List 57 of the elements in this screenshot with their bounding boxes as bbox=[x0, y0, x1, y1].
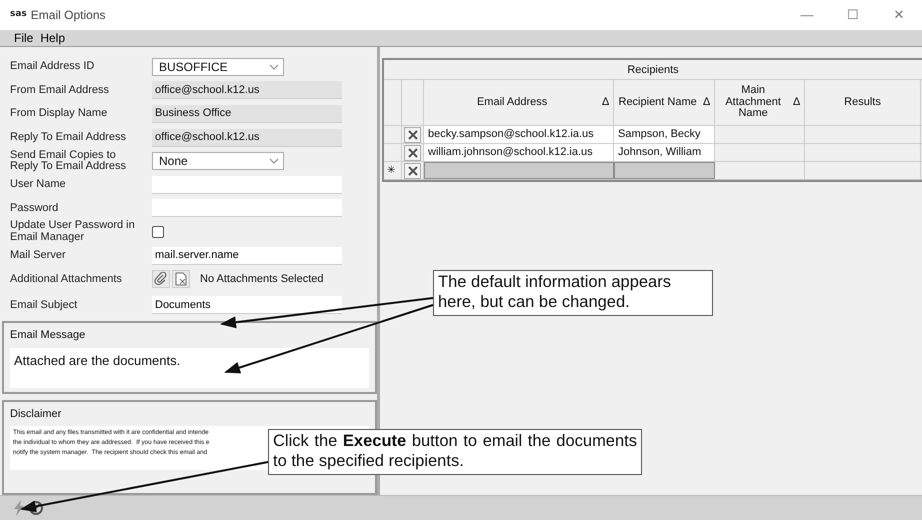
input-field[interactable]: Documents bbox=[152, 296, 342, 314]
column-header[interactable]: Email Address ∆ bbox=[424, 80, 614, 125]
attachments-status: No Attachments Selected bbox=[200, 272, 324, 288]
table-cell: william.johnson@school.k12.ia.us bbox=[424, 144, 614, 161]
section-label: Email Message bbox=[10, 328, 86, 344]
field-label: User Name bbox=[10, 178, 67, 191]
table-cell: Sampson, Becky bbox=[614, 126, 715, 143]
clear-attachments-button[interactable] bbox=[172, 270, 190, 288]
column-header[interactable]: Main Attachment Name ∆ bbox=[715, 80, 805, 125]
window-title: Email Options bbox=[30, 7, 106, 24]
field-label: Reply To Email Address bbox=[10, 132, 127, 144]
field-label: From Email Address bbox=[10, 84, 110, 96]
dropdown-field[interactable]: BUSOFFICE bbox=[152, 58, 284, 76]
x-icon bbox=[408, 148, 418, 158]
field-label: Update User Password in Email Manager bbox=[10, 220, 136, 244]
input-field[interactable]: mail.server.name bbox=[152, 246, 342, 265]
menu-item[interactable]: File bbox=[14, 32, 34, 44]
x-icon bbox=[408, 130, 418, 140]
field-label: Mail Server bbox=[10, 250, 67, 262]
sort-icon: ∆ bbox=[703, 96, 710, 108]
grid-title: Recipients bbox=[384, 60, 922, 80]
sort-icon: ∆ bbox=[602, 96, 609, 108]
dropdown-field[interactable]: None bbox=[152, 152, 284, 170]
checkbox[interactable] bbox=[152, 226, 164, 238]
new-row-marker: ✳ bbox=[387, 164, 395, 178]
delete-row-button[interactable] bbox=[404, 126, 421, 142]
app-logo: sas bbox=[10, 8, 27, 22]
annotation-tooltip: Click the Execute button to email the documents to the specified recipients. bbox=[268, 429, 642, 475]
field-label: Password bbox=[10, 202, 60, 214]
sort-icon: ∆ bbox=[793, 96, 800, 108]
menu-item[interactable]: Help bbox=[40, 32, 66, 44]
delete-row-button[interactable] bbox=[404, 144, 421, 160]
minimize-button[interactable]: — bbox=[784, 4, 830, 26]
annotation-tooltip: The default information appears here, but can be changed. bbox=[433, 270, 713, 316]
readonly-field: office@school.k12.us bbox=[152, 81, 342, 100]
table-cell: Johnson, William bbox=[614, 144, 715, 161]
field-label: Email Subject bbox=[10, 300, 78, 312]
input-field[interactable] bbox=[152, 199, 342, 218]
message-field[interactable]: Attached are the documents. bbox=[10, 348, 369, 388]
input-field[interactable] bbox=[152, 176, 342, 194]
column-header[interactable]: Results bbox=[805, 80, 921, 125]
attach-button[interactable] bbox=[152, 270, 170, 288]
field-label: Send Email Copies to Reply To Email Address bbox=[10, 150, 127, 173]
cancel-icon[interactable] bbox=[28, 500, 44, 516]
field-label: Additional Attachments bbox=[10, 274, 123, 286]
readonly-field: office@school.k12.us bbox=[152, 128, 342, 147]
field-label: From Display Name bbox=[10, 108, 108, 120]
column-header[interactable]: Recipient Name ∆ bbox=[614, 80, 715, 125]
x-icon bbox=[408, 166, 418, 176]
delete-row-button[interactable] bbox=[404, 162, 421, 178]
readonly-field: Business Office bbox=[152, 104, 342, 123]
field-label: Email Address ID bbox=[10, 61, 96, 73]
execute-icon[interactable] bbox=[12, 500, 26, 516]
close-button[interactable]: ✕ bbox=[876, 4, 922, 26]
section-label: Disclaimer bbox=[10, 406, 62, 422]
maximize-button[interactable]: ☐ bbox=[830, 4, 876, 26]
table-cell: becky.sampson@school.k12.ia.us bbox=[424, 126, 614, 143]
